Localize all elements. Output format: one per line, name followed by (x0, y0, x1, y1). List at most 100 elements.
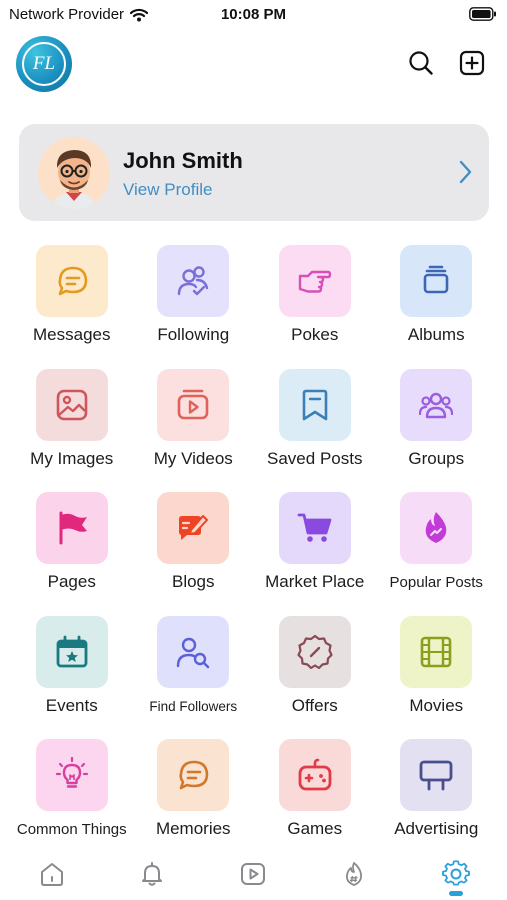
group-icon (419, 392, 454, 418)
shopping-cart-icon (297, 513, 332, 542)
menu-item-label: Saved Posts (267, 448, 363, 468)
menu-item-label: Games (287, 819, 343, 838)
menu-item-icon-box (400, 615, 473, 688)
menu-item-icon-box (278, 739, 351, 811)
menu-item-advertising[interactable]: Advertising (376, 739, 498, 863)
menu-item-groups[interactable]: Groups (376, 368, 498, 493)
menu-item-saved-posts[interactable]: Saved Posts (254, 368, 376, 493)
menu-item-messages[interactable]: Messages (11, 245, 133, 369)
message-bubble-icon (58, 266, 88, 296)
status-bar: Network Provider 10:08 PM (0, 0, 507, 28)
nav-notifications[interactable] (134, 856, 170, 892)
menu-item-icon-box (157, 368, 230, 441)
menu-item-icon-box (278, 368, 351, 441)
album-stack-icon (423, 265, 449, 294)
menu-item-icon-box (157, 615, 230, 688)
carrier-status: Network Provider (9, 6, 149, 23)
menu-item-icon-box (35, 739, 108, 811)
avatar (38, 137, 110, 209)
image-icon (56, 389, 88, 420)
menu-item-games[interactable]: Games (254, 739, 376, 863)
settings-gear-icon (442, 860, 470, 886)
gamepad-icon (298, 758, 332, 791)
menu-item-label: Blogs (171, 572, 215, 591)
menu-item-albums[interactable]: Albums (376, 245, 498, 369)
battery-icon (469, 7, 496, 21)
nav-home[interactable] (34, 856, 70, 892)
menu-item-label: Advertising (394, 819, 479, 838)
menu-item-pokes[interactable]: Pokes (254, 245, 376, 369)
menu-item-label: My Images (30, 448, 114, 468)
menu-item-offers[interactable]: Offers (254, 615, 376, 740)
menu-item-icon-box (35, 492, 108, 564)
profile-name: John Smith (123, 148, 243, 173)
menu-item-label: Groups (408, 448, 465, 468)
app-header: FL (0, 32, 507, 94)
menu-item-label: Pokes (291, 325, 339, 344)
calendar-star-icon (56, 635, 88, 667)
menu-item-icon-box (35, 245, 108, 317)
user-search-icon (177, 637, 210, 668)
menu-item-label: Messages (33, 325, 111, 344)
discount-badge-icon (297, 634, 333, 669)
film-icon (420, 636, 452, 667)
nav-videos[interactable] (235, 856, 271, 892)
blog-edit-icon (179, 515, 209, 540)
pointing-hand-icon (298, 270, 331, 293)
menu-item-icon-box (278, 245, 351, 317)
flame-icon (425, 512, 447, 543)
menu-item-memories[interactable]: Memories (133, 739, 255, 863)
user-check-icon (178, 266, 209, 296)
search-icon (409, 51, 433, 75)
search-button[interactable] (406, 48, 436, 78)
app-logo[interactable]: FL (16, 36, 72, 92)
menu-item-following[interactable]: Following (133, 245, 255, 369)
menu-item-icon-box (400, 368, 473, 441)
chevron-right-icon (459, 160, 472, 184)
menu-item-label: Events (45, 695, 98, 715)
lightbulb-icon (55, 756, 88, 788)
menu-item-icon-box (400, 739, 473, 811)
menu-item-label: Following (157, 325, 230, 344)
menu-item-events[interactable]: Events (11, 615, 133, 740)
menu-item-movies[interactable]: Movies (376, 615, 498, 740)
menu-item-label: Memories (155, 819, 231, 838)
menu-item-popular-posts[interactable]: Popular Posts (376, 492, 498, 616)
flag-icon (59, 511, 87, 545)
billboard-icon (419, 760, 453, 791)
menu-item-pages[interactable]: Pages (11, 492, 133, 616)
view-profile-link[interactable]: View Profile (123, 180, 212, 200)
add-square-icon (459, 50, 485, 76)
add-post-button[interactable] (457, 48, 487, 78)
menu-item-common-things[interactable]: Common Things (11, 739, 133, 863)
menu-item-icon-box (35, 368, 108, 441)
nav-settings[interactable] (438, 856, 474, 892)
bookmark-icon (302, 389, 328, 420)
video-play-icon (177, 389, 209, 419)
wifi-icon (130, 8, 149, 21)
menu-item-icon-box (157, 739, 230, 811)
menu-item-label: Offers (291, 695, 338, 715)
bell-icon (142, 862, 162, 886)
menu-item-find-followers[interactable]: Find Followers (133, 615, 255, 740)
carrier-name: Network Provider (9, 6, 125, 23)
menu-item-icon-box (278, 492, 351, 564)
avatar-image (38, 137, 110, 209)
home-icon (41, 863, 63, 886)
menu-item-label: Common Things (16, 821, 127, 838)
menu-item-my-videos[interactable]: My Videos (133, 368, 255, 493)
nav-trending[interactable] (336, 856, 372, 892)
menu-item-market-place[interactable]: Market Place (254, 492, 376, 616)
menu-item-blogs[interactable]: Blogs (133, 492, 255, 616)
menu-item-icon-box (157, 245, 230, 317)
menu-item-label: My Videos (153, 448, 233, 468)
menu-item-label: Market Place (265, 572, 365, 591)
menu-item-label: Albums (407, 325, 465, 344)
profile-card[interactable]: John Smith View Profile (19, 124, 489, 221)
menu-item-icon-box (157, 492, 230, 564)
menu-item-my-images[interactable]: My Images (11, 368, 133, 493)
menu-item-label: Movies (409, 695, 464, 715)
menu-item-label: Popular Posts (389, 574, 483, 591)
trending-hashtag-icon (345, 862, 363, 886)
menu-item-icon-box (35, 615, 108, 688)
